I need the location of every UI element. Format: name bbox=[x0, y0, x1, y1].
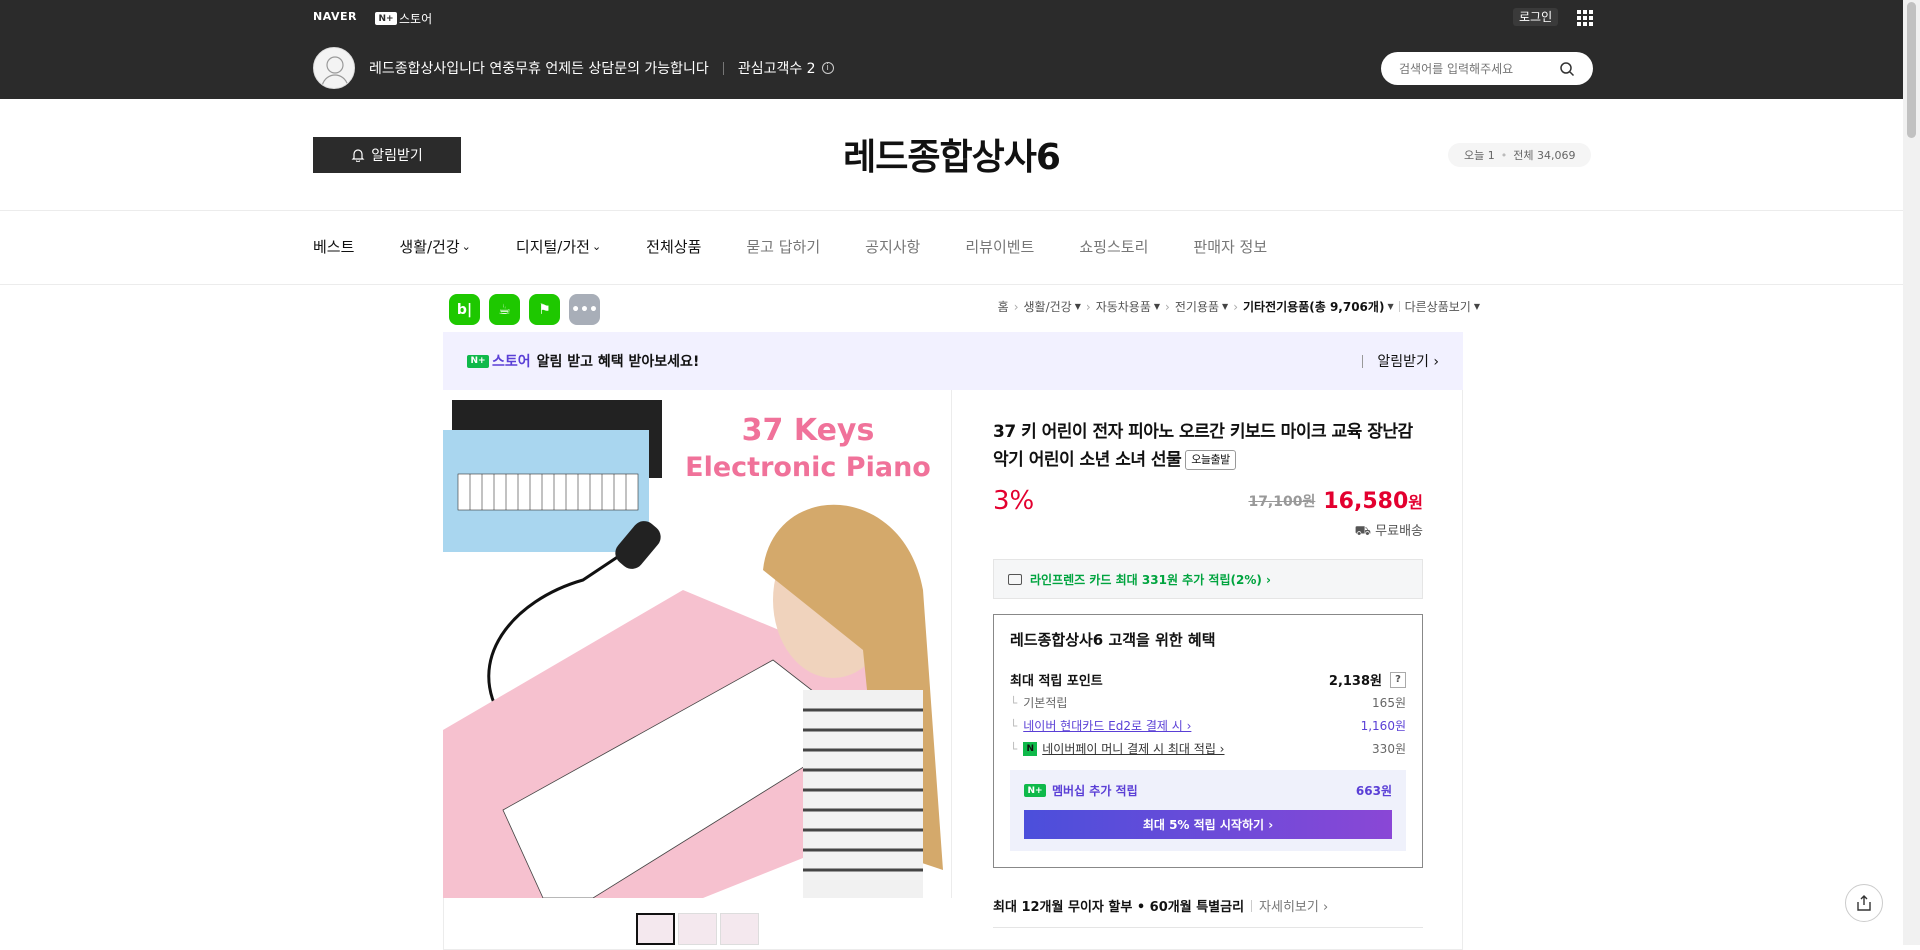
thumbnail[interactable] bbox=[720, 913, 759, 945]
nav-item[interactable]: 전체상품 bbox=[646, 236, 701, 257]
blog-icon[interactable]: b| bbox=[449, 294, 480, 325]
divider bbox=[0, 210, 1903, 211]
shipping-info: ⛟ 무료배송 bbox=[1354, 524, 1423, 539]
chevron-down-icon: ⌄ bbox=[461, 240, 471, 253]
points-row: └ 네이버 현대카드 Ed2로 결제 시 › 1,160원 bbox=[1010, 717, 1406, 734]
visitors-today: 오늘 1 bbox=[1464, 149, 1495, 162]
truck-icon: ⛟ bbox=[1354, 524, 1372, 539]
installment-more-link[interactable]: 자세히보기 › bbox=[1259, 896, 1328, 915]
global-header: NAVER N+ 스토어 로그인 레드종합상사입니다 연중무휴 언제든 상담문의… bbox=[0, 0, 1903, 99]
divider bbox=[0, 284, 1903, 285]
store-title[interactable]: 레드종합상사6 bbox=[0, 128, 1903, 180]
caret-down-icon: ▼ bbox=[1387, 302, 1394, 311]
thumbnail[interactable] bbox=[678, 913, 717, 945]
caret-down-icon: ▼ bbox=[1153, 302, 1161, 311]
apps-grid-icon[interactable] bbox=[1577, 10, 1593, 26]
membership-box: N+ 멤버십 추가 적립 663원 최대 5% 적립 시작하기 › bbox=[1010, 770, 1406, 851]
image-caption-line1: 37 Keys bbox=[742, 413, 875, 448]
card-promo[interactable]: 라인프렌즈 카드 최대 331원 추가 적립(2%) › bbox=[993, 559, 1423, 599]
nplus-store-label: 스토어 bbox=[399, 12, 433, 26]
points-row: └ 기본적립 165원 bbox=[1010, 695, 1406, 711]
nplus-store-logo[interactable]: N+ 스토어 bbox=[375, 10, 432, 27]
naver-logo[interactable]: NAVER bbox=[313, 10, 357, 23]
store-description-line: 레드종합상사입니다 연중무휴 언제든 상담문의 가능합니다 관심고객수 2 i bbox=[369, 58, 834, 78]
npay-icon: N bbox=[1023, 741, 1038, 756]
breadcrumb-item[interactable]: 자동차용품 ▼ bbox=[1096, 298, 1160, 315]
card-icon bbox=[1008, 573, 1022, 585]
bookmark-icon[interactable]: ⚑ bbox=[529, 294, 560, 325]
share-float-button[interactable] bbox=[1845, 884, 1883, 922]
search-box bbox=[1381, 52, 1593, 85]
product-title: 37 키 어린이 전자 피아노 오르간 키보드 마이크 교육 장난감 악기 어린… bbox=[993, 422, 1413, 470]
membership-points: 663원 bbox=[1355, 784, 1392, 798]
caret-down-icon: ▼ bbox=[1473, 302, 1480, 311]
share-icon bbox=[1857, 895, 1871, 911]
breadcrumb-home[interactable]: 홈 bbox=[998, 298, 1009, 315]
breadcrumb-item[interactable]: 전기용품 ▼ bbox=[1175, 298, 1228, 315]
cafe-icon[interactable]: ☕ bbox=[489, 294, 520, 325]
divider bbox=[993, 927, 1423, 928]
nplus-badge: N+ bbox=[467, 354, 489, 368]
breadcrumb: 홈 › 생활/건강 ▼ › 자동차용품 ▼ › 전기용품 ▼ › 기타전기용품 (총 9,706… bbox=[997, 298, 1480, 315]
visitors-total: 전체 34,069 bbox=[1513, 149, 1576, 162]
visitor-count: 오늘 1 • 전체 34,069 bbox=[1448, 143, 1592, 167]
max-points-row: 최대 적립 포인트 2,138원? bbox=[1010, 668, 1406, 691]
product-info: 37 키 어린이 전자 피아노 오르간 키보드 마이크 교육 장난감 악기 어린… bbox=[993, 418, 1423, 868]
image-caption-line2: Electronic Piano bbox=[685, 452, 931, 483]
share-icons: b| ☕ ⚑ ••• bbox=[449, 294, 600, 325]
nav-item[interactable]: 공지사항 bbox=[865, 236, 920, 257]
interest-count[interactable]: 관심고객수 2 bbox=[738, 58, 816, 78]
caret-down-icon: ▼ bbox=[1222, 302, 1229, 311]
search-input[interactable] bbox=[1399, 61, 1559, 76]
nav-item[interactable]: 판매자 정보 bbox=[1193, 236, 1267, 257]
nplus-badge: N+ bbox=[1024, 784, 1046, 797]
sale-price: 16,580원 bbox=[1323, 488, 1423, 514]
nav-item[interactable]: 생활/건강 ⌄ bbox=[399, 236, 470, 257]
store-avatar[interactable] bbox=[313, 47, 355, 89]
info-icon[interactable]: i bbox=[821, 62, 834, 74]
banner-action[interactable]: 알림받기 › bbox=[1362, 351, 1439, 371]
other-products-link[interactable]: 다른상품보기 ▼ bbox=[1405, 298, 1480, 315]
nav-item[interactable]: 묻고 답하기 bbox=[746, 236, 820, 257]
help-icon[interactable]: ? bbox=[1390, 671, 1406, 688]
category-nav: 베스트 생활/건강 ⌄ 디지털/가전 ⌄ 전체상품 묻고 답하기 공지사항 리뷰이벤트 쇼핑스토리… bbox=[313, 236, 1312, 257]
hyundai-card-link[interactable]: 네이버 현대카드 Ed2로 결제 시 › bbox=[1023, 717, 1191, 734]
points-row: └ N 네이버페이 머니 결제 시 최대 적립 › 330원 bbox=[1010, 740, 1406, 757]
npay-money-link[interactable]: 네이버페이 머니 결제 시 최대 적립 › bbox=[1042, 740, 1224, 757]
caret-down-icon: ▼ bbox=[1074, 302, 1081, 311]
breadcrumb-current[interactable]: 기타전기용품 (총 9,706개) ▼ bbox=[1243, 298, 1394, 315]
breadcrumb-item[interactable]: 생활/건강 ▼ bbox=[1024, 298, 1081, 315]
product-image[interactable]: 37 Keys Electronic Piano bbox=[443, 390, 952, 898]
store-description: 레드종합상사입니다 연중무휴 언제든 상담문의 가능합니다 bbox=[369, 61, 709, 77]
nav-item[interactable]: 디지털/가전 ⌄ bbox=[516, 236, 601, 257]
benefit-box: 레드종합상사6 고객을 위한 혜택 최대 적립 포인트 2,138원? └ 기본적… bbox=[993, 614, 1423, 868]
login-button[interactable]: 로그인 bbox=[1513, 8, 1559, 26]
price-row: 3% 17,100원 16,580원 bbox=[993, 486, 1423, 516]
image-thumbnails bbox=[636, 913, 759, 945]
chevron-down-icon: ⌄ bbox=[591, 240, 602, 253]
today-ship-badge: 오늘출발 bbox=[1185, 450, 1236, 470]
original-price: 17,100원 bbox=[1248, 494, 1316, 510]
nplus-store-logo: N+ 스토어 bbox=[467, 351, 531, 371]
notify-banner: N+ 스토어 알림 받고 혜택 받아보세요! 알림받기 › bbox=[443, 332, 1463, 390]
nav-item[interactable]: 리뷰이벤트 bbox=[965, 236, 1034, 257]
nav-item[interactable]: 쇼핑스토리 bbox=[1079, 236, 1148, 257]
nav-item[interactable]: 베스트 bbox=[313, 236, 354, 257]
discount-rate: 3% bbox=[993, 486, 1035, 516]
scrollbar[interactable] bbox=[1903, 0, 1920, 945]
benefit-title: 레드종합상사6 고객을 위한 혜택 bbox=[1010, 631, 1216, 649]
banner-text: 알림 받고 혜택 받아보세요! bbox=[536, 354, 700, 370]
installment-info: 최대 12개월 무이자 할부 • 60개월 특별금리 자세히보기 › bbox=[993, 896, 1328, 915]
thumbnail[interactable] bbox=[636, 913, 675, 945]
more-icon[interactable]: ••• bbox=[569, 294, 600, 325]
nplus-badge: N+ bbox=[375, 12, 397, 25]
search-icon[interactable] bbox=[1559, 61, 1575, 77]
membership-start-button[interactable]: 최대 5% 적립 시작하기 › bbox=[1024, 810, 1392, 839]
